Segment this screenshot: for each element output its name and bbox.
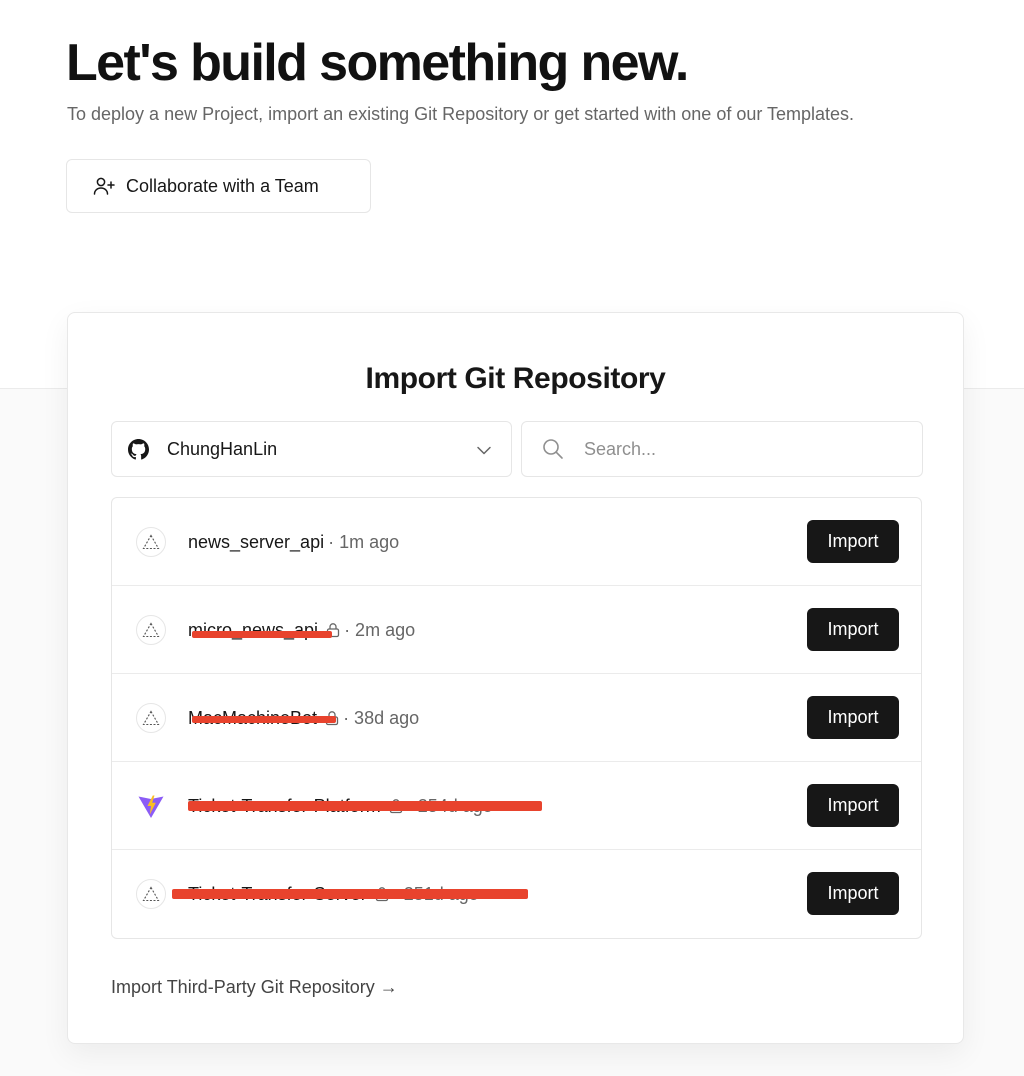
triangle-icon (136, 527, 166, 557)
triangle-icon (136, 879, 166, 909)
import-button[interactable]: Import (807, 784, 899, 827)
triangle-icon (136, 703, 166, 733)
redaction-mark (172, 889, 528, 899)
card-title: Import Git Repository (365, 362, 666, 395)
git-account-name: ChungHanLin (167, 438, 278, 459)
repo-row: MacMachineBot · 38d ago Import (112, 674, 921, 762)
import-button[interactable]: Import (807, 520, 899, 563)
repo-updated: · 2m ago (344, 619, 416, 640)
repo-name[interactable]: news_server_api (188, 532, 324, 553)
search-icon (543, 439, 563, 459)
repo-row: Ticket-Transfer-Platform · 254d ago Impo… (112, 762, 921, 850)
import-third-party-link[interactable]: Import Third-Party Git Repository → (111, 977, 398, 998)
redaction-mark (192, 631, 332, 638)
import-button[interactable]: Import (807, 608, 899, 651)
repo-updated: · 38d ago (343, 707, 420, 728)
page-title: Let's build something new. (66, 34, 689, 92)
redaction-mark (188, 801, 542, 811)
repo-list: news_server_api · 1m ago Import micro_ne… (111, 497, 922, 939)
collaborate-team-button[interactable]: Collaborate with a Team (66, 159, 371, 213)
git-account-select[interactable]: ChungHanLin (111, 421, 512, 477)
repo-updated: · 1m ago (328, 531, 400, 552)
collaborate-team-label: Collaborate with a Team (126, 175, 319, 196)
repo-row: news_server_api · 1m ago Import (112, 498, 921, 586)
page-subtitle: To deploy a new Project, import an exist… (67, 104, 855, 124)
redaction-mark (192, 716, 336, 723)
import-button[interactable]: Import (807, 872, 899, 915)
search-input[interactable] (582, 437, 886, 461)
repo-info: news_server_api · 1m ago (188, 530, 399, 554)
triangle-icon (136, 615, 166, 645)
repo-info: micro_news_api · 2m ago (188, 618, 415, 642)
repo-search-box[interactable] (521, 421, 923, 477)
chevron-down-icon (477, 446, 491, 455)
github-icon (128, 438, 149, 459)
repo-row: Ticket-Transfer-Server · 251d ago Import (112, 850, 921, 938)
user-plus-icon (93, 177, 115, 195)
import-button[interactable]: Import (807, 696, 899, 739)
import-git-card: Import Git Repository ChungHanLin news_s… (67, 312, 964, 1044)
vite-icon (136, 791, 166, 821)
repo-row: micro_news_api · 2m ago Import (112, 586, 921, 674)
